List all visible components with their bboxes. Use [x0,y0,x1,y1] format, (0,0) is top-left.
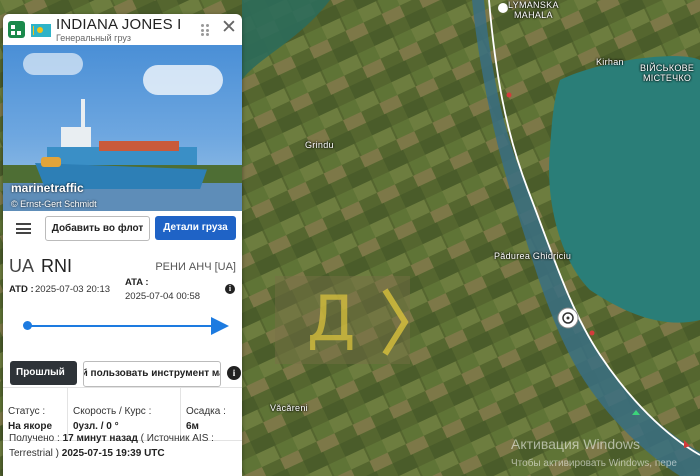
map-label-lymanska: LYMANSKA MAHALA [508,0,559,20]
panel-header: INDIANA JONES I Генеральный груз ✕ [3,14,242,46]
voyage-progress-track [27,325,215,327]
drag-handle-icon[interactable] [201,24,211,36]
map-label-grindu: Grindu [305,140,334,150]
map-label-viiskove: ВІЙСЬКОВЕ МІСТЕЧКО [640,63,695,83]
cargo-details-button[interactable]: Детали груза [155,216,236,240]
received-timestamp: 2025-07-15 19:39 UTC [61,448,165,459]
vessel-name: INDIANA JONES I [56,16,182,33]
flag-icon [31,24,51,37]
status-label: Статус : [8,406,46,417]
received-ago: 17 минут назад [62,433,138,444]
location-pin-icon [498,3,508,13]
vessel-type: Генеральный груз [56,33,131,43]
port-name[interactable]: РЕНИ АНЧ [UA] [155,261,236,273]
route-section: UA RNI РЕНИ АНЧ [UA] ATD : 2025-07-03 20… [3,247,242,387]
vessel-dot [506,92,512,98]
atd-value: 2025-07-03 20:13 [35,284,111,295]
past-track-button[interactable]: Прошлый [10,361,77,385]
photo-brand: marinetraffic [11,181,84,195]
source-suffix: ) [52,448,62,459]
port-locode[interactable]: RNI [41,256,72,277]
arrival-arrow-icon [211,317,229,335]
close-icon[interactable]: ✕ [221,18,237,38]
source-value: Terrestrial [9,448,53,459]
watermark-logo: Д [307,282,356,355]
map-label-vacareni: Văcăreni [270,403,308,413]
received-info: Получено : 17 минут назад ( Источник AIS… [9,431,241,461]
map-label-kirhan: Kirhan [596,57,624,67]
marinetraffic-logo-icon [8,21,25,38]
route-info-icon[interactable]: i [227,366,241,380]
ata-label: ATA : [125,277,149,288]
atd-label: ATD : [9,284,34,295]
ata-value: 2025-07-04 00:58 [125,291,201,302]
route-tool-button[interactable]: Прошлый пользовать инструмент маршрута [83,361,221,387]
speed-course-label: Скорость / Курс : [73,406,152,417]
map-label-padurea: Pădurea Ghidriciu [494,251,572,261]
vessel-photo[interactable]: marinetraffic © Ernst-Gert Schmidt [3,45,242,211]
port-country-code: UA [9,256,35,276]
vessel-info-panel: INDIANA JONES I Генеральный груз ✕ marin… [3,14,242,476]
photo-credit: © Ernst-Gert Schmidt [11,199,97,209]
menu-icon[interactable] [16,223,31,234]
add-to-fleet-button[interactable]: Добавить во флот [45,216,150,241]
action-bar: Добавить во флот Детали груза [3,211,242,247]
info-icon[interactable]: i [225,284,235,294]
departure-dot [23,321,32,330]
windows-activation-title: Активация Windows [511,436,641,452]
source-prefix: ( Источник AIS : [137,433,214,444]
draught-label: Осадка : [186,406,226,417]
windows-activation-subtitle: Чтобы активировать Windows, пере [511,458,677,469]
received-prefix: Получено : [9,433,63,444]
